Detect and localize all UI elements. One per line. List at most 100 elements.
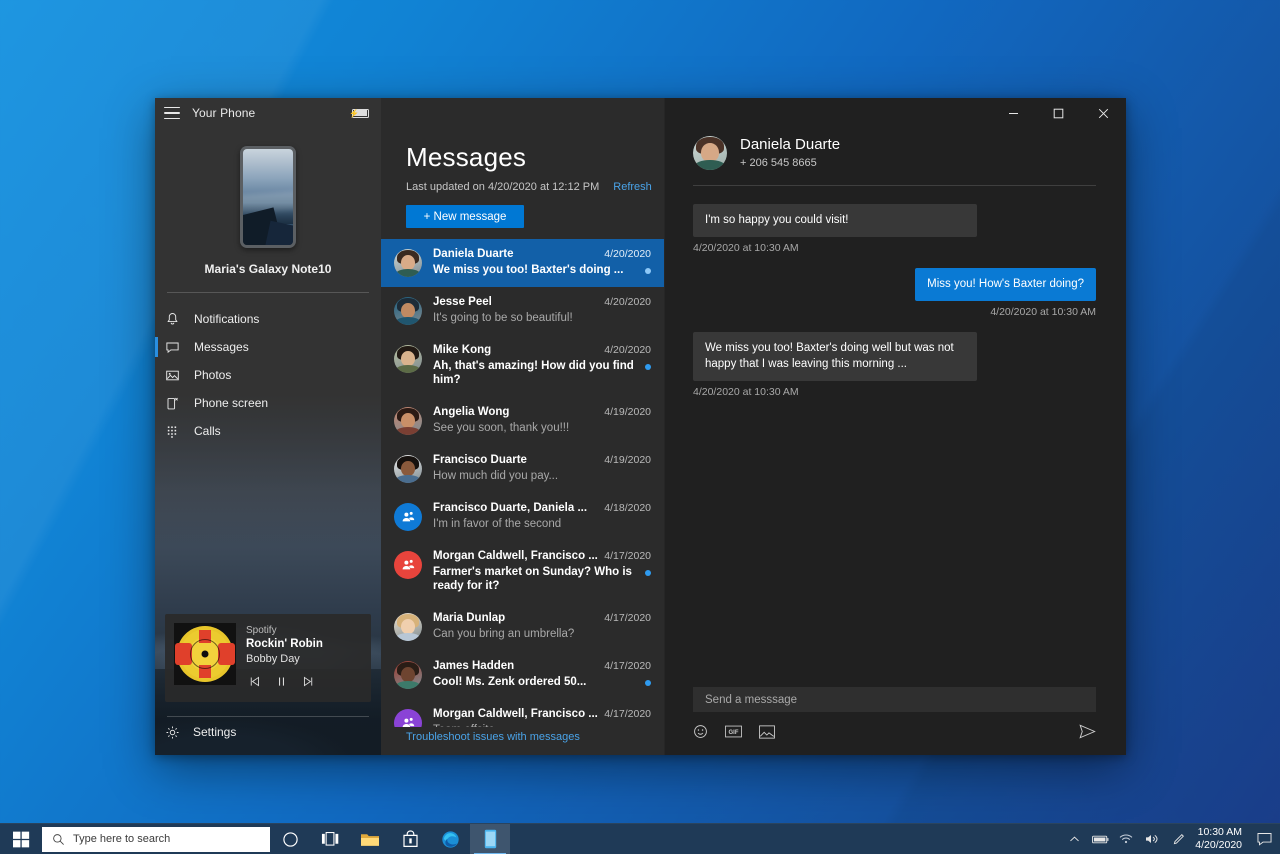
hamburger-icon[interactable]: [164, 107, 180, 119]
unread-indicator-dot: [645, 268, 651, 274]
message-bubble[interactable]: Miss you! How's Baxter doing?: [915, 268, 1096, 301]
conversation-name: James Hadden: [433, 660, 515, 672]
dialpad-icon: [167, 425, 177, 438]
close-button[interactable]: [1081, 98, 1126, 128]
sidebar-item-label: Notifications: [194, 312, 260, 326]
group-people-icon: [402, 511, 415, 522]
sidebar-item-label: Calls: [194, 424, 221, 438]
search-input[interactable]: Type here to search: [42, 826, 270, 852]
message-timestamp: 4/20/2020 at 10:30 AM: [693, 386, 799, 398]
conversation-name: Maria Dunlap: [433, 612, 506, 624]
battery-charging-icon: ⚡: [349, 108, 371, 119]
messages-list-panel: Messages Last updated on 4/20/2020 at 12…: [381, 98, 665, 755]
conversation-list-item[interactable]: Daniela Duarte 4/20/2020 We miss you too! …: [381, 239, 664, 287]
gif-icon[interactable]: GIF: [725, 725, 742, 738]
conversation-preview: Cool! Ms. Zenk ordered 50...: [433, 676, 587, 688]
device-preview[interactable]: Maria's Galaxy Note10: [155, 128, 381, 276]
sidebar-item-messages[interactable]: Messages: [155, 333, 381, 361]
message-input[interactable]: Send a messsage: [693, 687, 1096, 712]
microsoft-edge-icon[interactable]: [430, 824, 470, 854]
group-people-icon: [402, 559, 415, 570]
your-phone-icon[interactable]: [470, 823, 510, 854]
phone-screen-icon: [167, 397, 178, 409]
file-explorer-icon[interactable]: [350, 824, 390, 854]
system-tray: 10:30 AM 4/20/2020: [1061, 824, 1280, 854]
sidebar-item-label: Messages: [194, 340, 249, 354]
sidebar-item-photos[interactable]: Photos: [155, 361, 381, 389]
contact-phone: + 206 545 8665: [740, 157, 817, 169]
volume-icon[interactable]: [1139, 824, 1165, 854]
conversation-list-item[interactable]: Francisco Duarte 4/19/2020 How much did yo…: [381, 445, 664, 493]
taskbar-pinned-apps: [270, 823, 510, 854]
taskbar-clock[interactable]: 10:30 AM 4/20/2020: [1191, 826, 1250, 852]
microsoft-store-icon[interactable]: [390, 824, 430, 854]
action-center-icon[interactable]: [1250, 824, 1278, 854]
sidebar-titlebar: Your Phone ⚡: [155, 98, 381, 128]
conversation-list-item[interactable]: Morgan Caldwell, Francisco ... 4/17/2020 F…: [381, 541, 664, 603]
media-source: Spotify: [246, 625, 277, 636]
album-art: [174, 623, 236, 685]
avatar: [693, 136, 727, 170]
phone-mockup: [240, 146, 296, 248]
windows-start-icon[interactable]: [0, 824, 42, 854]
chevron-up-icon[interactable]: [1061, 824, 1087, 854]
previous-icon[interactable]: [248, 675, 261, 693]
new-message-button[interactable]: + New message: [406, 205, 524, 228]
conversation-date: 4/18/2020: [604, 502, 651, 514]
sidebar-item-notifications[interactable]: Notifications: [155, 305, 381, 333]
sidebar-item-phone-screen[interactable]: Phone screen: [155, 389, 381, 417]
battery-icon[interactable]: [1087, 824, 1113, 854]
avatar: [394, 661, 422, 689]
cortana-icon[interactable]: [270, 824, 310, 854]
pen-icon[interactable]: [1165, 824, 1191, 854]
conversation-list-item[interactable]: James Hadden 4/17/2020 Cool! Ms. Zenk orde…: [381, 651, 664, 699]
conversation-date: 4/20/2020: [604, 344, 651, 356]
photo-icon: [166, 370, 179, 380]
minimize-button[interactable]: [991, 98, 1036, 128]
image-icon[interactable]: [759, 724, 775, 739]
sidebar-item-settings[interactable]: Settings: [155, 717, 381, 747]
conversation-date: 4/20/2020: [604, 296, 651, 308]
conversation-list-item[interactable]: Maria Dunlap 4/17/2020 Can you bring an um…: [381, 603, 664, 651]
sidebar-item-calls[interactable]: Calls: [155, 417, 381, 445]
your-phone-window: Your Phone ⚡ Maria's Galaxy Note10 Notif…: [155, 98, 1126, 755]
message-thread: I'm so happy you could visit! 4/20/2020 a…: [665, 186, 1126, 687]
chat-header: Daniela Duarte + 206 545 8665: [665, 128, 1126, 171]
conversation-list-item[interactable]: Francisco Duarte, Daniela ... 4/18/2020 I'…: [381, 493, 664, 541]
message-input-placeholder: Send a messsage: [705, 693, 798, 706]
conversation-preview: How much did you pay...: [433, 470, 559, 482]
unread-indicator-dot: [645, 364, 651, 370]
troubleshoot-link[interactable]: Troubleshoot issues with messages: [381, 727, 664, 755]
conversation-name: Jesse Peel: [433, 296, 492, 308]
media-artist: Bobby Day: [246, 653, 300, 665]
media-track-title: Rockin' Robin: [246, 638, 323, 650]
wifi-icon[interactable]: [1113, 824, 1139, 854]
emoji-icon[interactable]: [693, 724, 708, 739]
gear-icon: [166, 726, 179, 738]
refresh-link[interactable]: Refresh: [613, 181, 652, 193]
conversation-date: 4/20/2020: [604, 248, 651, 260]
avatar: [394, 249, 422, 277]
message-bubble[interactable]: I'm so happy you could visit!: [693, 204, 977, 237]
conversation-list-item[interactable]: Mike Kong 4/20/2020 Ah, that's amazing! Ho…: [381, 335, 664, 397]
conversation-date: 4/17/2020: [604, 550, 651, 562]
conversation-preview: It's going to be so beautiful!: [433, 312, 573, 324]
chat-panel: Daniela Duarte + 206 545 8665 I'm so hap…: [665, 98, 1126, 755]
next-icon[interactable]: [302, 675, 315, 693]
conversation-list-item[interactable]: Morgan Caldwell, Francisco ... 4/17/2020 T…: [381, 699, 664, 727]
conversation-list-item[interactable]: Angelia Wong 4/19/2020 See you soon, thank…: [381, 397, 664, 445]
page-title: Messages: [406, 142, 527, 172]
pause-icon[interactable]: [275, 675, 288, 693]
conversation-preview: Ah, that's amazing! How did you find him…: [433, 360, 634, 386]
task-view-icon[interactable]: [310, 824, 350, 854]
message-bubble[interactable]: We miss you too! Baxter's doing well but…: [693, 332, 977, 381]
send-icon[interactable]: [1079, 724, 1096, 739]
conversation-name: Francisco Duarte, Daniela ...: [433, 502, 588, 514]
app-title: Your Phone: [192, 106, 256, 120]
maximize-button[interactable]: [1036, 98, 1081, 128]
message-in: I'm so happy you could visit! 4/20/2020 a…: [693, 204, 1096, 254]
sidebar-settings-label: Settings: [193, 725, 237, 739]
avatar: [394, 551, 422, 579]
conversation-list-item[interactable]: Jesse Peel 4/20/2020 It's going to be so b…: [381, 287, 664, 335]
unread-indicator-dot: [645, 680, 651, 686]
